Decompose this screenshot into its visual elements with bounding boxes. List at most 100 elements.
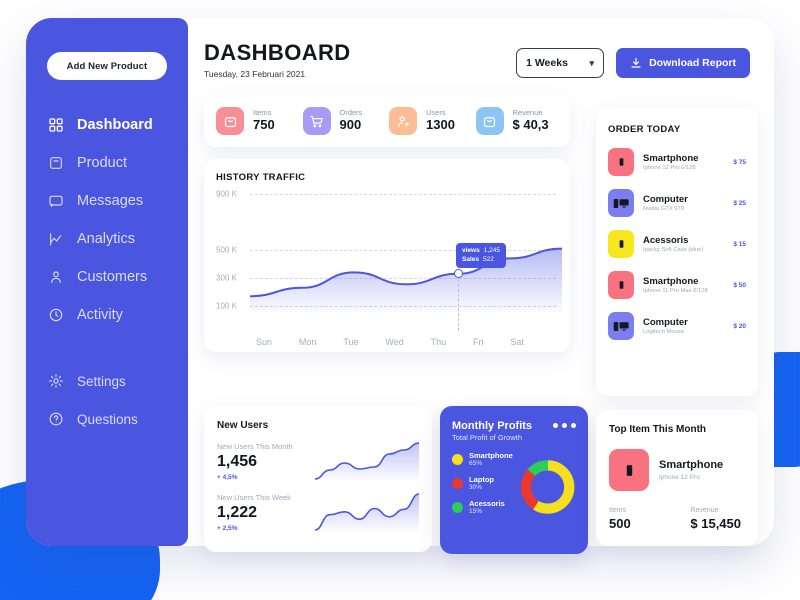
new-users-delta: + 4,5% <box>217 473 238 481</box>
stat-orders: Orders 900 <box>302 107 386 135</box>
sidebar-item-questions[interactable]: Questions <box>26 400 188 438</box>
top-item-stat-value: $ 15,450 <box>690 516 741 531</box>
order-today-title: ORDER TODAY <box>608 124 681 135</box>
download-report-label: Download Report <box>649 57 736 69</box>
sidebar-item-product[interactable]: Product <box>26 144 188 182</box>
phone-icon <box>619 240 623 248</box>
sidebar-item-label: Dashboard <box>77 117 153 133</box>
user-add-icon <box>389 107 417 135</box>
order-item-subtitle: Ipacky Soft Case (blue) <box>643 247 704 254</box>
new-users-label: New Users This Week <box>217 492 291 502</box>
new-users-sparkline <box>315 442 419 482</box>
order-item-name: Acessoris <box>643 234 689 246</box>
stat-value: $ 40,3 <box>512 117 549 133</box>
box-icon <box>50 157 62 169</box>
new-users-value: 1,222 <box>217 503 258 521</box>
y-axis-tick: 900 K <box>216 189 237 199</box>
legend-color-dot <box>452 501 463 513</box>
chevron-down-icon: ▾ <box>589 57 595 68</box>
new-users-card: New Users New Users This Month 1,456 + 4,5… <box>204 406 432 552</box>
phone-icon <box>619 281 623 289</box>
user-icon <box>51 271 61 283</box>
stat-label: Revenue <box>512 108 543 118</box>
box-icon <box>48 155 64 171</box>
order-item-name: Smartphone <box>643 275 699 287</box>
stat-label: Items <box>253 108 272 118</box>
top-item-stat-label: Items <box>609 507 627 514</box>
legend-percent: 30% <box>469 484 483 491</box>
gear-icon <box>48 373 64 389</box>
sidebar-item-settings[interactable]: Settings <box>26 362 188 400</box>
new-users-block: New Users This Month 1,456 + 4,5% <box>217 440 419 482</box>
monthly-profits-title: Monthly Profits <box>452 420 533 432</box>
order-item-price: $ 25 <box>733 199 746 207</box>
legend-label: Smartphone <box>469 451 513 460</box>
sidebar-nav: Dashboard Product Messages Analytics Custome… <box>26 106 188 334</box>
top-item-stat: Items 500 <box>609 507 631 531</box>
clock-icon <box>48 307 64 323</box>
sidebar-item-customers[interactable]: Customers <box>26 258 188 296</box>
question-icon <box>48 411 64 427</box>
phone-icon <box>619 158 623 166</box>
order-item-price: $ 20 <box>733 322 746 330</box>
chart-hover-line <box>458 273 459 331</box>
tooltip-sales-label: Sales <box>462 256 479 264</box>
order-item-name: Computer <box>643 316 688 328</box>
sidebar-item-label: Settings <box>77 373 126 389</box>
monthly-profits-subtitle: Total Profit of Growth <box>452 433 523 442</box>
top-item-title: Top Item This Month <box>609 424 707 435</box>
new-users-delta: + 2,5% <box>217 524 238 532</box>
monthly-profits-body: Smartphone 65% Laptop 30% Acessoris 15% <box>452 451 576 523</box>
order-list-item[interactable]: Smartphone Iphone 12 Pro 6/128 $ 75 <box>608 148 746 176</box>
phone-icon <box>608 271 634 299</box>
monitor-icon <box>608 312 634 340</box>
page-header: DASHBOARD Tuesday, 23 Februari 2021 1 We… <box>204 40 750 79</box>
profits-legend-item: Laptop 30% <box>452 475 513 491</box>
week-range-select[interactable]: 1 Weeks ▾ <box>516 48 605 78</box>
download-icon <box>631 57 641 68</box>
sidebar-item-messages[interactable]: Messages <box>26 182 188 220</box>
sidebar-nav-secondary: Settings Questions <box>26 362 188 438</box>
order-list-item[interactable]: Computer Nvidia GTX 970 $ 25 <box>608 189 746 217</box>
order-list-item[interactable]: Computer Logitech Mouse $ 20 <box>608 312 746 340</box>
sidebar-item-label: Questions <box>77 411 138 427</box>
tooltip-sales-value: 522 <box>483 256 494 264</box>
main-content: DASHBOARD Tuesday, 23 Februari 2021 1 We… <box>188 18 774 554</box>
monthly-profits-card: Monthly Profits Total Profit of Growth S… <box>440 406 588 554</box>
profits-legend-item: Acessoris 15% <box>452 499 513 515</box>
message-icon <box>49 195 63 207</box>
more-dots-icon[interactable] <box>553 420 576 428</box>
order-list-item[interactable]: Smartphone Iphone 11 Pro Max 6/128 $ 50 <box>608 271 746 299</box>
header-controls: 1 Weeks ▾ Download Report <box>516 40 750 78</box>
sidebar-item-analytics[interactable]: Analytics <box>26 220 188 258</box>
phone-icon <box>608 230 634 258</box>
phone-icon <box>609 449 649 491</box>
top-item-card: Top Item This Month Smartphone Iphone 12… <box>596 410 758 546</box>
history-traffic-card: HISTORY TRAFFIC 900 K 500 K 300 K 100 K vie… <box>204 159 570 352</box>
y-axis-tick: 300 K <box>216 273 237 283</box>
tooltip-views-value: 1,245 <box>483 246 500 254</box>
tooltip-views-label: views <box>462 246 480 254</box>
cart-icon <box>310 115 323 127</box>
order-today-list: Smartphone Iphone 12 Pro 6/128 $ 75 Compute… <box>608 148 746 340</box>
legend-percent: 65% <box>469 460 483 467</box>
sidebar-item-dashboard[interactable]: Dashboard <box>26 106 188 144</box>
monitor-icon <box>613 198 629 208</box>
sidebar-item-label: Activity <box>77 307 123 323</box>
legend-label: Laptop <box>469 475 494 484</box>
profits-legend-item: Smartphone 65% <box>452 451 513 467</box>
chart-data-point-marker <box>453 269 463 279</box>
stat-users: Users 1300 <box>389 107 472 135</box>
phone-icon <box>626 464 632 476</box>
chart-tooltip: views 1,245 Sales 522 <box>456 242 506 268</box>
legend-color-dot <box>452 477 463 489</box>
add-new-product-button[interactable]: Add New Product <box>47 52 167 80</box>
order-list-item[interactable]: Acessoris Ipacky Soft Case (blue) $ 15 <box>608 230 746 258</box>
order-item-name: Computer <box>643 193 688 205</box>
new-users-block: New Users This Week 1,222 + 2,5% <box>217 491 419 533</box>
stat-items: Items 750 <box>216 107 299 135</box>
download-report-button[interactable]: Download Report <box>616 48 750 78</box>
chart-icon <box>48 231 64 247</box>
sidebar-item-activity[interactable]: Activity <box>26 296 188 334</box>
user-add-icon <box>397 115 409 127</box>
